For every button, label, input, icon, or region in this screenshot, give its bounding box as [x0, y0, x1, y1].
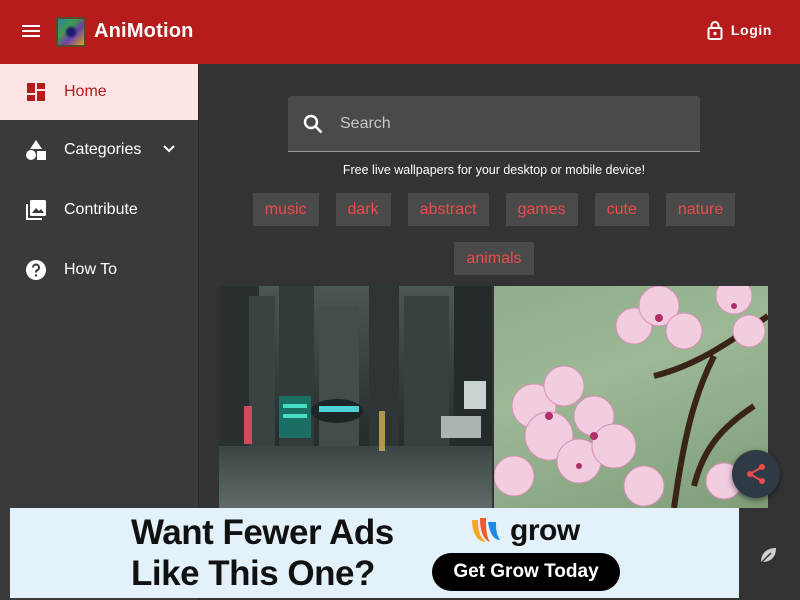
tag-list: music dark abstract games cute nature an… — [242, 193, 746, 275]
leaf-icon[interactable] — [758, 545, 778, 570]
search-input[interactable] — [340, 96, 690, 152]
sidebar-item-label: Categories — [64, 141, 142, 158]
search-box[interactable] — [288, 96, 700, 152]
app-logo[interactable] — [56, 17, 86, 47]
grow-brand-name: grow — [510, 514, 580, 547]
grow-logo-icon — [472, 518, 500, 542]
app-title[interactable]: AniMotion — [94, 20, 194, 43]
tag-games[interactable]: games — [505, 193, 578, 226]
image-icon — [25, 199, 47, 221]
sidebar-item-label: How To — [64, 261, 118, 278]
share-button[interactable] — [732, 450, 780, 498]
top-app-bar: AniMotion Login — [0, 0, 800, 64]
ad-headline-line2: Like This One? — [131, 554, 375, 593]
chevron-down-icon[interactable] — [162, 141, 176, 159]
ad-headline-line1: Want Fewer Ads — [131, 513, 394, 552]
tag-nature[interactable]: nature — [665, 193, 736, 226]
hamburger-menu-icon[interactable] — [22, 22, 48, 42]
ad-headline: Want Fewer Ads Like This One? — [131, 512, 431, 594]
wallpaper-thumbnail-blossoms[interactable] — [494, 286, 768, 508]
sidebar-item-label: Contribute — [64, 201, 138, 218]
sidebar-item-contribute[interactable]: Contribute — [0, 180, 198, 240]
grow-brand: grow — [468, 514, 580, 548]
share-icon — [747, 464, 765, 484]
ad-banner[interactable]: Want Fewer Ads Like This One? grow Get G… — [10, 508, 739, 598]
get-grow-button[interactable]: Get Grow Today — [432, 553, 620, 591]
sidebar-item-categories[interactable]: Categories — [0, 120, 198, 180]
tag-dark[interactable]: dark — [335, 193, 391, 226]
shapes-icon — [25, 139, 47, 161]
wallpaper-thumbnail-city[interactable] — [219, 286, 492, 508]
tagline: Free live wallpapers for your desktop or… — [342, 163, 646, 177]
login-label: Login — [730, 22, 772, 38]
tag-abstract[interactable]: abstract — [407, 193, 489, 226]
lock-icon — [707, 21, 723, 40]
login-button[interactable]: Login — [707, 20, 772, 40]
tag-music[interactable]: music — [252, 193, 319, 226]
sidebar-item-how-to[interactable]: How To — [0, 240, 198, 300]
sidebar-item-label: Home — [64, 83, 107, 100]
dashboard-icon — [25, 81, 47, 103]
tag-cute[interactable]: cute — [594, 193, 649, 226]
help-icon — [25, 259, 47, 281]
sidebar-item-home[interactable]: Home — [0, 64, 198, 120]
tag-animals[interactable]: animals — [454, 242, 534, 275]
search-icon — [303, 114, 323, 134]
